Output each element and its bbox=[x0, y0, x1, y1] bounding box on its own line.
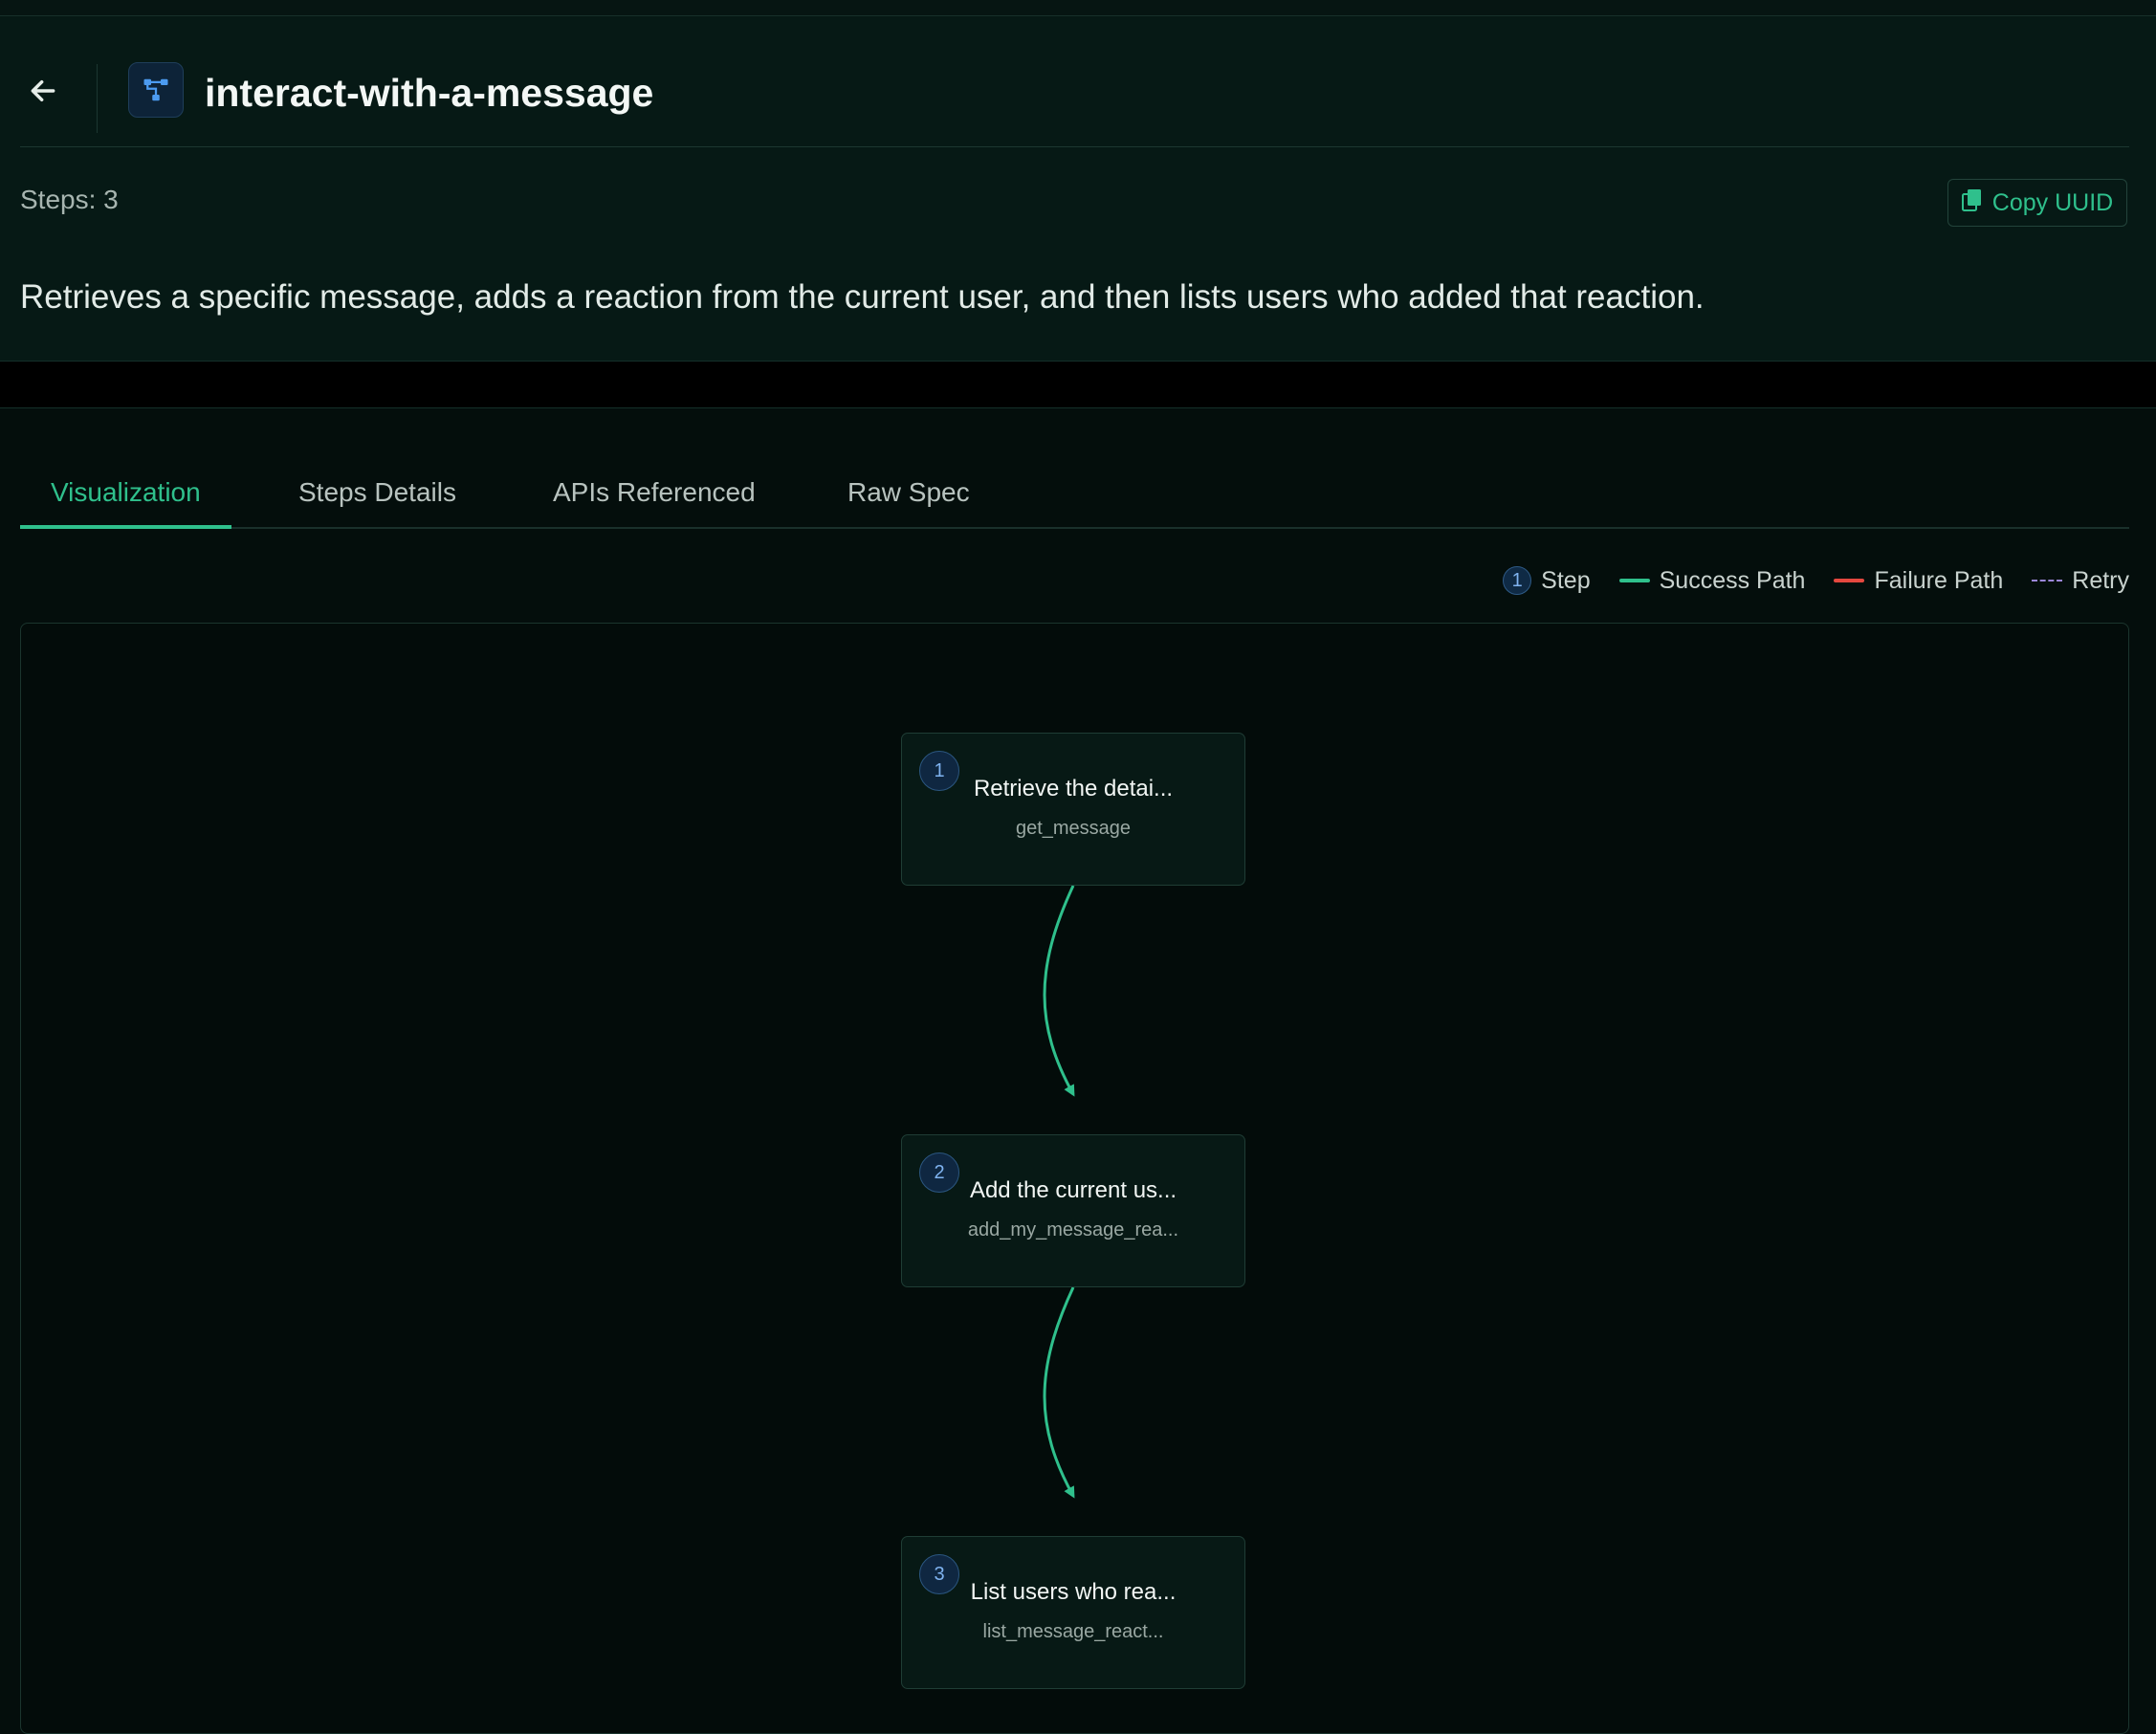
node-2-operation: add_my_message_rea... bbox=[967, 1219, 1179, 1240]
legend-success-label: Success Path bbox=[1659, 566, 1806, 594]
legend-step-badge: 1 bbox=[1503, 566, 1532, 595]
success-line-swatch bbox=[1618, 579, 1650, 582]
legend-retry-label: Retry bbox=[2072, 566, 2129, 594]
tab-steps-details[interactable]: Steps Details bbox=[298, 466, 456, 527]
workflow-description: Retrieves a specific message, adds a rea… bbox=[20, 278, 1705, 316]
node-3-operation: list_message_react... bbox=[982, 1621, 1164, 1642]
main-content: Visualization Steps Details APIs Referen… bbox=[0, 408, 2156, 1734]
legend-step-label: Step bbox=[1541, 566, 1591, 594]
page-title: interact-with-a-message bbox=[205, 71, 654, 115]
top-bar bbox=[0, 0, 2156, 16]
workflow-header: interact-with-a-message Steps: 3 Copy UU… bbox=[0, 16, 2156, 362]
flow-node-3[interactable]: 3 List users who rea... list_message_rea… bbox=[901, 1536, 1245, 1689]
section-gap bbox=[0, 362, 2156, 408]
flow-legend: 1 Step Success Path Failure Path Retry bbox=[1503, 561, 2129, 600]
clipboard-icon bbox=[1961, 188, 1983, 218]
tab-raw-spec[interactable]: Raw Spec bbox=[847, 466, 970, 527]
steps-count: Steps: 3 bbox=[20, 185, 119, 214]
failure-line-swatch bbox=[1834, 579, 1865, 582]
flow-node-2[interactable]: 2 Add the current us... add_my_message_r… bbox=[901, 1134, 1245, 1287]
node-1-title: Retrieve the detai... bbox=[973, 776, 1174, 801]
header-separator bbox=[20, 146, 2129, 147]
node-3-title: List users who rea... bbox=[970, 1579, 1177, 1605]
legend-step: 1 Step bbox=[1503, 566, 1591, 595]
workflow-icon bbox=[128, 62, 184, 118]
legend-success: Success Path bbox=[1618, 566, 1806, 595]
copy-uuid-button[interactable]: Copy UUID bbox=[1947, 179, 2127, 227]
legend-failure: Failure Path bbox=[1834, 567, 2003, 595]
tab-apis-referenced[interactable]: APIs Referenced bbox=[553, 466, 756, 527]
node-1-operation: get_message bbox=[1015, 818, 1132, 839]
retry-line-swatch bbox=[2032, 580, 2063, 582]
header-divider bbox=[97, 64, 98, 133]
back-button[interactable] bbox=[21, 71, 65, 115]
edge-2-3 bbox=[1043, 1286, 1075, 1499]
flow-canvas[interactable]: 1 Retrieve the detai... get_message 2 Ad… bbox=[20, 623, 2129, 1734]
tab-bar: Visualization Steps Details APIs Referen… bbox=[20, 466, 2129, 529]
edge-1-2 bbox=[1043, 885, 1075, 1097]
legend-failure-label: Failure Path bbox=[1874, 566, 2004, 594]
arrow-left-icon bbox=[28, 76, 58, 111]
flow-node-1[interactable]: 1 Retrieve the detai... get_message bbox=[901, 733, 1245, 886]
copy-uuid-label: Copy UUID bbox=[1991, 188, 2114, 216]
tab-visualization[interactable]: Visualization bbox=[20, 466, 231, 529]
legend-retry: Retry bbox=[2032, 567, 2129, 595]
node-2-title: Add the current us... bbox=[969, 1177, 1177, 1203]
